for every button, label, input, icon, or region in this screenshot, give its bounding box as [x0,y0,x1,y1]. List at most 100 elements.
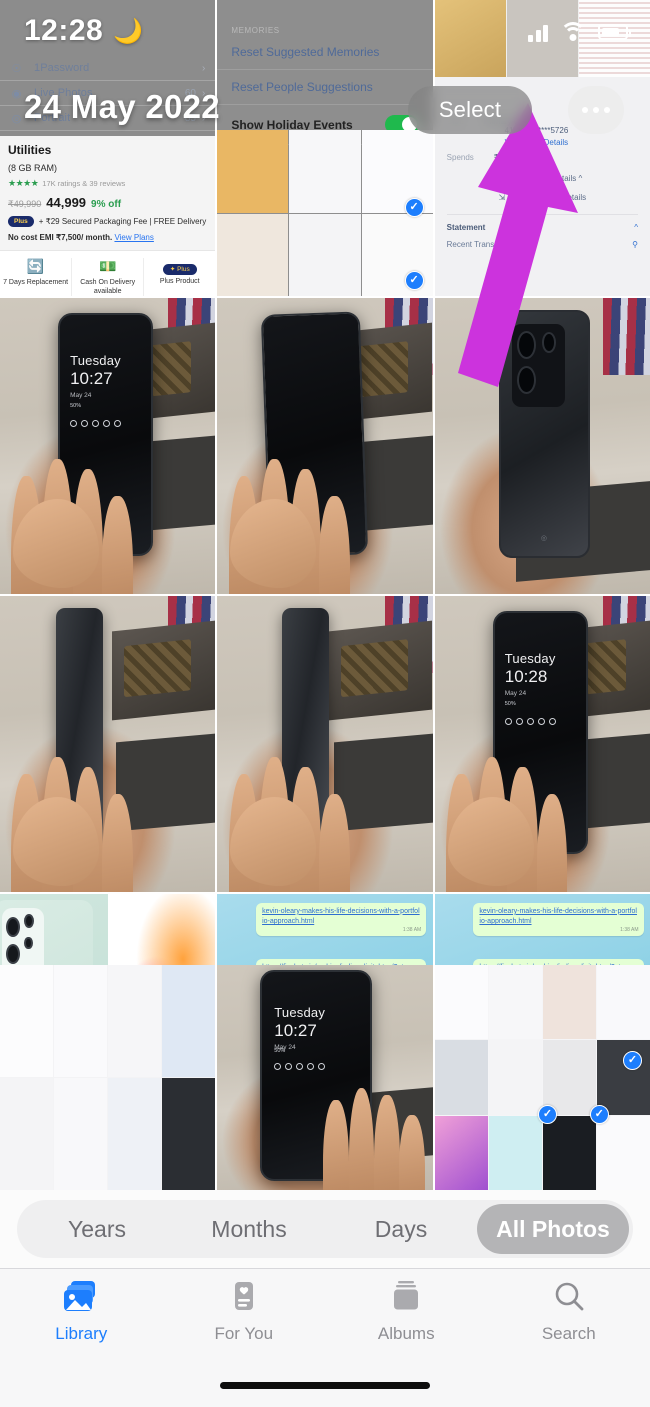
feature-label: 7 Days Replacement [3,279,69,287]
lock-battery: 50% [274,1048,286,1055]
library-icon [62,1277,100,1317]
photo-thumbnail-phone-side-1[interactable] [0,596,216,892]
lock-date: May 24 [504,689,527,697]
photo-thumbnail-phone-front-1027-b[interactable]: Tuesday 10:27 May 24 50% [217,965,433,1190]
annotation-arrow-icon [458,103,578,387]
collage-tile [108,1078,162,1190]
chat-link[interactable]: kevin-oleary-makes-his-life-decisions-wi… [479,908,637,925]
tab-for-you[interactable]: For You [163,1277,326,1365]
photo-grid-row-collages[interactable]: Tuesday 10:27 May 24 50% ✓ ✓ ✓ [0,965,650,1190]
lock-date: May 24 [70,391,92,399]
phone-in-hand-photo: Tuesday 10:27 May 24 50% [217,965,433,1190]
shipping-text: + ₹29 Secured Packaging Fee | FREE Deliv… [38,217,207,227]
collage-tile [0,965,54,1077]
collage-tile [434,0,506,77]
for-you-icon [227,1277,261,1317]
selection-checkmark[interactable]: ✓ [622,1050,642,1070]
collage-tile [162,1078,216,1190]
feature-item: 🔄 7 Days Replacement [0,258,73,296]
background-tray [111,620,216,720]
page-title: 24 May 2022 [24,88,220,125]
select-button[interactable]: Select [408,86,532,134]
selection-checkmark[interactable]: ✓ [404,198,424,217]
tab-label: Library [55,1324,108,1343]
chat-time: 1:38 AM [620,926,639,933]
tab-label: For You [214,1324,274,1343]
screenshot-collage [434,965,650,1190]
memories-settings-preview: MEMORIES Reset Suggested Memories Reset … [217,0,433,296]
collage-tile [596,965,650,1040]
phone-in-hand-photo [217,298,433,594]
photo-thumbnail-memories-settings[interactable]: MEMORIES Reset Suggested Memories Reset … [217,0,433,296]
chevron-right-icon: › [201,62,206,74]
product-section-title: Utilities [8,143,52,158]
ellipsis-dot [593,107,599,113]
portrait-icon: ◎ [11,112,22,125]
tab-label: Albums [377,1324,435,1343]
nested-screenshot-collage [217,130,433,296]
chat-time: 1:38 AM [402,926,422,933]
more-options-button[interactable] [568,86,624,134]
lock-app-icons [70,419,122,427]
cod-icon: 💵 [98,258,117,275]
collage-tile [488,1040,542,1115]
collage-tile [0,1078,54,1190]
phone-in-hand-photo: Tuesday 10:27 May 24 50% [0,298,216,594]
timeline-scope-bar: Years Months Days All Photos [0,1190,650,1268]
tab-library[interactable]: Library [0,1277,163,1365]
collage-tile [506,0,578,77]
background-tray [329,620,433,720]
view-plans-link[interactable]: View Plans [114,233,153,242]
photo-thumbnail-settings-collage[interactable] [0,965,216,1190]
photo-thumbnail-mixed-collage[interactable]: ✓ ✓ ✓ [434,965,650,1190]
photo-thumbnail-albums-settings[interactable]: ☉ 1Password › ◉ Live Photos 60 › ◎ Portr… [0,0,216,296]
collage-tile [162,965,216,1077]
chat-bubble: kevin-oleary-makes-his-life-decisions-wi… [473,902,644,937]
lockscreen-info: Tuesday 10:28 May 24 [505,651,556,697]
home-indicator[interactable] [220,1382,430,1389]
segmented-control[interactable]: Years Months Days All Photos [17,1200,633,1258]
plus-icon: ✦ Plus [147,258,212,276]
lock-app-icons [504,717,556,725]
tab-albums[interactable]: Albums [325,1277,488,1365]
lockscreen-info: Tuesday 10:27 May 24 [70,353,121,399]
lock-day: Tuesday [70,352,121,368]
albums-list-preview: ☉ 1Password › ◉ Live Photos 60 › ◎ Portr… [0,0,216,296]
search-icon [552,1277,586,1317]
segment-months[interactable]: Months [173,1204,325,1254]
photo-thumbnail-phone-front-angled[interactable] [217,298,433,594]
album-name: 1Password [34,62,90,74]
collage-tile [488,965,542,1040]
chat-link[interactable]: kevin-oleary-makes-his-life-decisions-wi… [262,908,420,925]
collage-tile [596,1115,650,1190]
selection-checkmark[interactable]: ✓ [538,1104,557,1124]
photo-thumbnail-phone-front-1028[interactable]: Tuesday 10:28 May 24 50% [434,596,650,892]
collage-tile [434,1040,488,1115]
flipkart-product-preview: Utilities (8 GB RAM) ★★★★ 17K ratings & … [0,136,216,296]
photo-thumbnail-phone-front-1027[interactable]: Tuesday 10:27 May 24 50% [0,298,216,594]
selection-checkmark[interactable]: ✓ [404,271,424,290]
feature-label: Cash On Delivery available [80,279,136,295]
feature-item: ✦ Plus Plus Product [144,258,215,296]
segment-days[interactable]: Days [325,1204,477,1254]
ellipsis-dot [582,107,588,113]
collage-tile [542,1040,596,1115]
ellipsis-dot [604,107,610,113]
collage-tile [578,0,650,77]
key-icon: ☉ [11,62,22,75]
segment-years[interactable]: Years [21,1204,173,1254]
aperture-icon: ◉ [11,87,22,100]
plus-badge: Plus [8,216,34,228]
collage-tile [54,1078,108,1190]
emi-text: No cost EMI ₹7,500/ month. View Plans [8,233,207,242]
product-price: 44,999 [46,195,87,211]
photo-thumbnail-phone-side-2[interactable] [217,596,433,892]
selection-checkmark[interactable]: ✓ [589,1104,609,1124]
rating-text: 17K ratings & 39 reviews [42,179,126,189]
segment-all-photos[interactable]: All Photos [477,1204,629,1254]
collage-tile [289,130,361,213]
tab-search[interactable]: Search [488,1277,650,1365]
memories-item: Reset People Suggestions [217,70,433,105]
lock-app-icons [274,1062,326,1070]
collage-tile [217,213,289,296]
